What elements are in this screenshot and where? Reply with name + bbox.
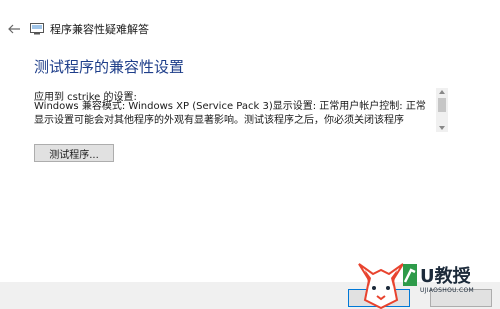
settings-text-box: Windows 兼容模式: Windows XP (Service Pack 3… — [34, 100, 432, 130]
test-program-button[interactable]: 测试程序... — [34, 144, 114, 162]
settings-line-2: 显示设置可能会对其他程序的外观有显著影响。测试该程序之后，你必须关闭该程序 — [34, 115, 404, 126]
troubleshooter-window: 程序兼容性疑难解答 测试程序的兼容性设置 应用到 cstrike 的设置: Wi… — [0, 0, 500, 309]
watermark-brand: U教授 — [420, 266, 471, 287]
scroll-thumb[interactable] — [438, 98, 446, 112]
compatibility-troubleshooter-icon — [30, 23, 44, 35]
page-heading: 测试程序的兼容性设置 — [34, 58, 185, 76]
back-arrow-icon[interactable] — [7, 22, 21, 36]
scroll-up-icon[interactable] — [436, 88, 448, 96]
window-title: 程序兼容性疑难解答 — [50, 23, 149, 36]
title-bar: 程序兼容性疑难解答 — [30, 20, 149, 38]
settings-scrollbar[interactable] — [436, 88, 448, 132]
watermark-url: UJIAOSHOU.COM — [420, 287, 474, 294]
settings-line-1: Windows 兼容模式: Windows XP (Service Pack 3… — [34, 101, 426, 112]
scroll-down-icon[interactable] — [436, 124, 448, 132]
